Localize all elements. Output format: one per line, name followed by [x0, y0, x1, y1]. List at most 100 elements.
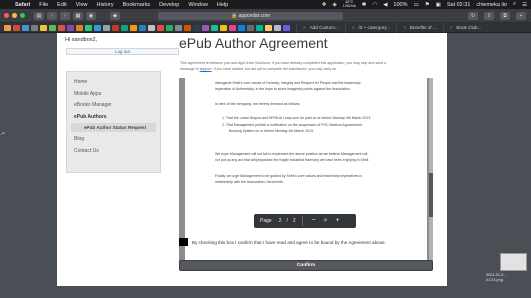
weather-widget[interactable]: 40°C 1252mb [343, 0, 356, 9]
favorite-icon[interactable] [202, 24, 209, 31]
volume-icon[interactable]: ◀ [383, 2, 387, 8]
sidebar-item-epub-authors[interactable]: ePub Authors [71, 112, 156, 124]
menu-history[interactable]: History [96, 2, 113, 8]
user-switch-icon[interactable]: ▣ [436, 2, 441, 8]
favorite-icon[interactable] [175, 24, 182, 31]
page-navigation: Page 2 / 2 − ⌕ + [254, 214, 356, 228]
favorite-icon[interactable] [265, 24, 272, 31]
viewer-scroll-thumb[interactable] [429, 173, 433, 217]
favorite-icon[interactable] [247, 24, 254, 31]
favorite-icon[interactable] [166, 24, 173, 31]
tab[interactable]: × Benefits of ... [396, 22, 443, 33]
favorite-icon[interactable] [103, 24, 110, 31]
favorite-icon[interactable] [157, 24, 164, 31]
favorite-icon[interactable] [49, 24, 56, 31]
favorite-icon[interactable] [139, 24, 146, 31]
app-status-icon[interactable]: ◈ [333, 2, 337, 8]
sidebar-item-contact-us[interactable]: Contact Us [71, 146, 156, 158]
bluetooth-icon[interactable]: ✱ [362, 2, 367, 8]
search-icon[interactable]: ⌕ [513, 1, 516, 8]
support-link[interactable]: support [200, 67, 212, 71]
menu-file[interactable]: File [39, 2, 48, 8]
shield-icon[interactable]: ◆ [110, 11, 120, 20]
favorite-icon[interactable] [76, 24, 83, 31]
tab[interactable]: × Add Custom... [296, 22, 345, 33]
favorite-icon[interactable] [211, 24, 218, 31]
favorite-icon[interactable] [22, 24, 29, 31]
sidebar-item-home[interactable]: Home [71, 77, 156, 89]
apple-icon[interactable] [4, 2, 9, 8]
favorite-icon[interactable] [220, 24, 227, 31]
back-icon[interactable]: ‹ [47, 11, 57, 20]
menu-view[interactable]: View [76, 2, 88, 8]
logout-button[interactable]: Log out [66, 48, 179, 55]
clock[interactable]: Sat 02:31 [447, 2, 471, 8]
menu-bookmarks[interactable]: Bookmarks [123, 2, 151, 8]
sidebar-item-mobile-apps[interactable]: Mobile Apps [71, 89, 156, 101]
show-tabs-icon[interactable]: ⧉ [500, 12, 510, 20]
reload-icon[interactable]: ↻ [468, 12, 478, 20]
user-name[interactable]: chiemeka ilo [476, 2, 507, 8]
menu-edit[interactable]: Edit [57, 2, 66, 8]
address-bar[interactable]: 🔒 appcedar.com [158, 12, 343, 20]
favorite-icon[interactable] [40, 24, 47, 31]
favorite-icon[interactable] [274, 24, 281, 31]
viewer-scrollbar[interactable] [429, 78, 433, 266]
close-tab-icon[interactable]: × [403, 25, 406, 30]
menu-help[interactable]: Help [217, 2, 228, 8]
document-page: disregards Shell's core values of Honest… [185, 78, 427, 260]
menu-app-name[interactable]: Safari [15, 2, 30, 8]
close-tab-icon[interactable]: × [450, 25, 453, 30]
favorite-icon[interactable] [283, 24, 290, 31]
zoom-window-icon[interactable] [20, 13, 25, 18]
sidebar-item-status-request[interactable]: ePub Author Status Request [71, 123, 156, 132]
zoom-search-icon[interactable]: ⌕ [320, 214, 332, 228]
favorite-icon[interactable] [85, 24, 92, 31]
close-window-icon[interactable] [4, 13, 9, 18]
forward-icon[interactable]: › [60, 11, 70, 20]
tab[interactable]: × Book Club... [442, 22, 488, 33]
tab-overview-icon[interactable]: ▦ [73, 11, 83, 20]
favorite-icon[interactable] [4, 24, 11, 31]
favorite-icon[interactable] [121, 24, 128, 31]
minimize-window-icon[interactable] [12, 13, 17, 18]
control-center-icon[interactable]: ☰ [522, 2, 527, 8]
battery-icon[interactable]: ▭ [414, 2, 419, 8]
menu-develop[interactable]: Develop [159, 2, 179, 8]
tab[interactable]: ×/3 + catergory... [344, 22, 396, 33]
favorite-icon[interactable] [13, 24, 20, 31]
sidebar-item-ebooks-manager[interactable]: eBooks Manager [71, 100, 156, 112]
close-tab-icon[interactable]: × [352, 25, 355, 30]
confirm-button[interactable]: Confirm [179, 260, 433, 271]
menu-window[interactable]: Window [188, 2, 208, 8]
new-tab-icon[interactable]: + [516, 12, 526, 20]
close-tab-icon[interactable]: × [303, 25, 306, 30]
favorite-icon[interactable] [148, 24, 155, 31]
page-current[interactable]: 2 [279, 218, 282, 224]
zoom-out-icon[interactable]: − [308, 214, 320, 228]
favorite-icon[interactable] [31, 24, 38, 31]
favorite-icon[interactable] [67, 24, 74, 31]
battery-percent[interactable]: 100% [393, 2, 407, 8]
favorite-icon[interactable] [229, 24, 236, 31]
wifi-icon[interactable]: ◠ [372, 2, 377, 8]
desktop-file-icon[interactable] [500, 253, 527, 271]
browser-toolbar: ▤ ‹ › ▦ ◉ ◆ 🔒 appcedar.com ↻ ⇪ ⧉ + [0, 9, 531, 23]
agreement-checkbox-row: By checking this box I confirm that I ha… [179, 238, 386, 246]
sidebar-toggle-icon[interactable]: ▤ [34, 11, 44, 20]
sidebar-item-blog[interactable]: Blog [71, 134, 156, 146]
zoom-in-icon[interactable]: + [332, 214, 344, 228]
favorite-icon[interactable] [112, 24, 119, 31]
favorite-icon[interactable] [58, 24, 65, 31]
extension-icon[interactable]: ◉ [86, 11, 96, 20]
favorite-icon[interactable] [130, 24, 137, 31]
dropbox-icon[interactable]: ❖ [322, 2, 327, 8]
favorite-icon[interactable] [94, 24, 101, 31]
share-icon[interactable]: ⇪ [484, 12, 494, 20]
favorite-icon[interactable] [256, 24, 263, 31]
favorite-icon[interactable] [238, 24, 245, 31]
agreement-checkbox[interactable] [179, 238, 188, 246]
favorite-icon[interactable] [193, 24, 200, 31]
flag-icon[interactable]: ⚑ [425, 2, 430, 8]
favorite-icon[interactable] [184, 24, 191, 31]
